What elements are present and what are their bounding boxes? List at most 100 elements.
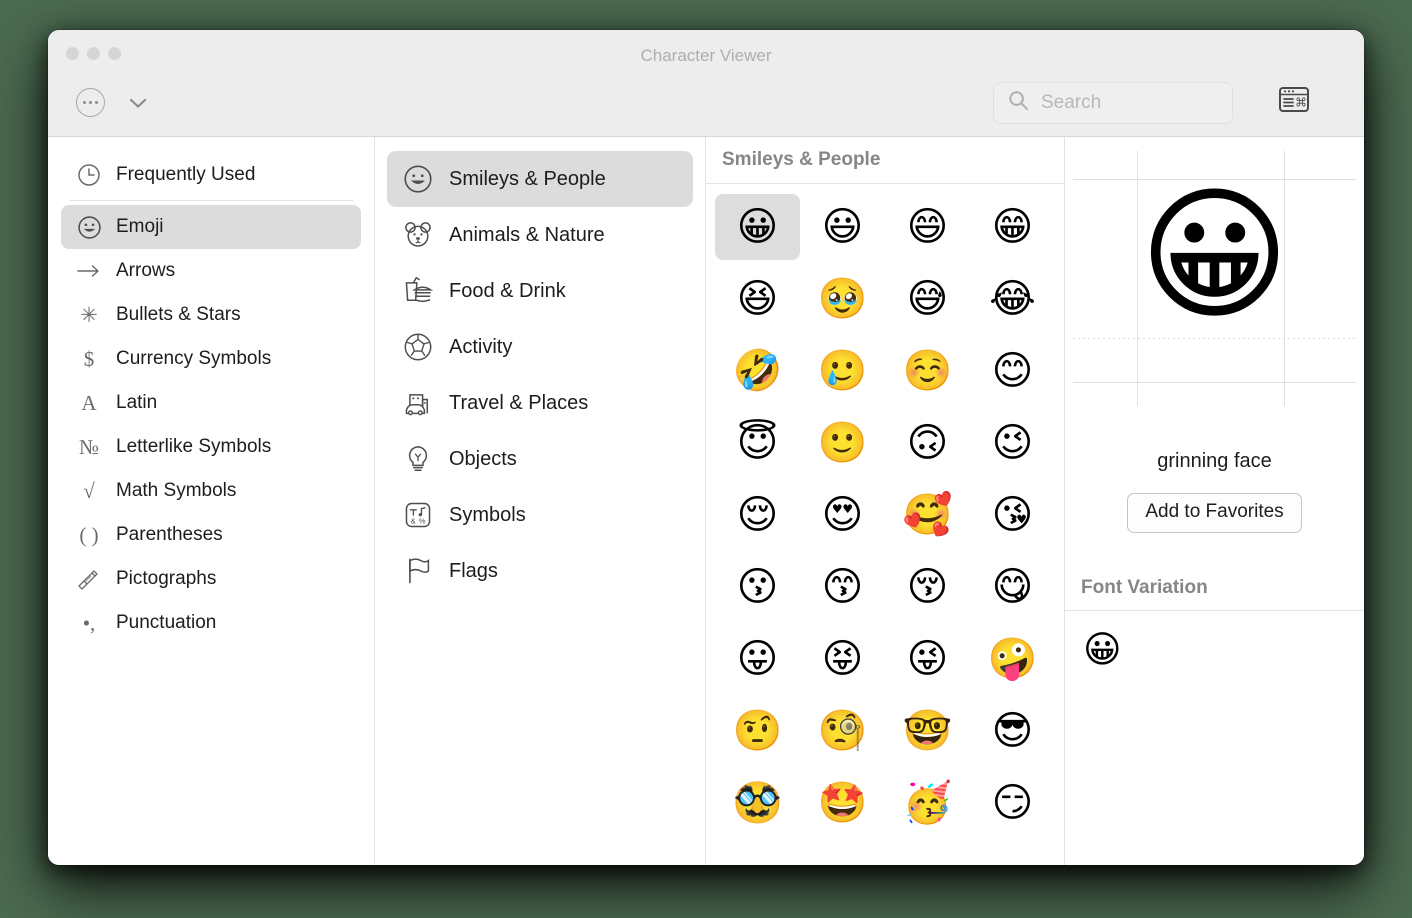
starburst-icon: ✳: [80, 302, 98, 327]
emoji-cell[interactable]: 😛: [715, 626, 800, 692]
category-item-symbols[interactable]: & % Symbols: [387, 487, 693, 543]
emoji-cell[interactable]: 🤪: [970, 626, 1055, 692]
search-icon: [1008, 90, 1029, 116]
emoji-cell[interactable]: 😂: [970, 266, 1055, 332]
category-item-travel-places[interactable]: Travel & Places: [387, 375, 693, 431]
sidebar-item-label: Parentheses: [116, 524, 223, 545]
sidebar-item-label: Bullets & Stars: [116, 304, 241, 325]
sidebar-item-pictographs[interactable]: Pictographs: [61, 557, 361, 601]
writing-hand-icon: [75, 565, 103, 593]
sidebar-item-emoji[interactable]: Emoji: [61, 205, 361, 249]
sidebar-item-bullets-stars[interactable]: ✳ Bullets & Stars: [61, 293, 361, 337]
character-preview: 😀: [1065, 137, 1364, 418]
sidebar-item-label: Frequently Used: [116, 164, 256, 185]
emoji-cell[interactable]: 😗: [715, 554, 800, 620]
emoji-cell[interactable]: 🧐: [800, 698, 885, 764]
font-variation-list: 😀: [1065, 611, 1364, 668]
category-list: Smileys & People Animals & Nature Food &…: [375, 137, 706, 865]
sidebar-item-label: Arrows: [116, 260, 176, 281]
category-item-label: Flags: [449, 559, 498, 582]
emoji-cell[interactable]: 😋: [970, 554, 1055, 620]
search-field[interactable]: Search: [993, 82, 1233, 124]
emoji-cell[interactable]: 😃: [800, 194, 885, 260]
emoji-cell[interactable]: 🙂: [800, 410, 885, 476]
emoji-cell[interactable]: 😇: [715, 410, 800, 476]
emoji-cell[interactable]: 😊: [970, 338, 1055, 404]
emoji-cell[interactable]: 😙: [800, 554, 885, 620]
detail-panel: 😀 grinning face Add to Favorites Font Va…: [1065, 137, 1364, 865]
category-item-objects[interactable]: Objects: [387, 431, 693, 487]
emoji-cell[interactable]: 🥸: [715, 770, 800, 836]
arrow-right-icon: [75, 257, 103, 285]
search-input[interactable]: Search: [1041, 92, 1101, 114]
sidebar-item-latin[interactable]: A Latin: [61, 381, 361, 425]
sidebar-item-parentheses[interactable]: ( ) Parentheses: [61, 513, 361, 557]
emoji-cell[interactable]: 🤨: [715, 698, 800, 764]
emoji-cell[interactable]: 😅: [885, 266, 970, 332]
emoji-cell[interactable]: 😀: [715, 194, 800, 260]
emoji-cell[interactable]: 😉: [970, 410, 1055, 476]
emoji-cell[interactable]: 😄: [885, 194, 970, 260]
add-to-favorites-button[interactable]: Add to Favorites: [1127, 493, 1302, 533]
emoji-grid: 😀 😃 😄 😁 😆 🥹 😅 😂 🤣 🥲 ☺️ 😊 😇 🙂 🙃 😉 😌 😍 🥰 😘…: [715, 194, 1055, 836]
emoji-grid-scroll[interactable]: 😀 😃 😄 😁 😆 🥹 😅 😂 🤣 🥲 ☺️ 😊 😇 🙂 🙃 😉 😌 😍 🥰 😘…: [706, 184, 1064, 865]
square-root-icon: √: [83, 478, 95, 503]
category-item-food-drink[interactable]: Food & Drink: [387, 263, 693, 319]
sidebar-item-frequently-used[interactable]: Frequently Used: [61, 153, 361, 197]
window-title: Character Viewer: [640, 46, 772, 65]
preview-grid-line: [1073, 382, 1356, 383]
keyboard-viewer-icon[interactable]: ⌘: [1279, 87, 1309, 112]
category-item-label: Smileys & People: [449, 167, 606, 190]
emoji-grid-column: Smileys & People 😀 😃 😄 😁 😆 🥹 😅 😂 🤣 🥲 ☺️ …: [706, 137, 1065, 865]
emoji-cell[interactable]: 😁: [970, 194, 1055, 260]
category-item-activity[interactable]: Activity: [387, 319, 693, 375]
sidebar-item-label: Letterlike Symbols: [116, 436, 272, 457]
emoji-cell[interactable]: 😚: [885, 554, 970, 620]
sidebar-item-label: Latin: [116, 392, 158, 413]
favorites-button-wrap: Add to Favorites: [1065, 493, 1364, 533]
sidebar-item-punctuation[interactable]: •, Punctuation: [61, 601, 361, 645]
character-name: grinning face: [1157, 450, 1272, 472]
emoji-cell[interactable]: 🥰: [885, 482, 970, 548]
category-item-flags[interactable]: Flags: [387, 543, 693, 599]
emoji-cell[interactable]: 😝: [800, 626, 885, 692]
category-item-label: Symbols: [449, 503, 526, 526]
parentheses-icon: ( ): [79, 522, 99, 547]
letter-a-icon: A: [81, 390, 97, 415]
flag-icon: [403, 556, 433, 586]
sidebar-item-letterlike-symbols[interactable]: № Letterlike Symbols: [61, 425, 361, 469]
emoji-cell[interactable]: 🤓: [885, 698, 970, 764]
symbols-box-icon: & %: [403, 500, 433, 530]
emoji-cell[interactable]: 😘: [970, 482, 1055, 548]
font-variation-item[interactable]: 😀: [1083, 631, 1122, 668]
sidebar-item-currency-symbols[interactable]: $ Currency Symbols: [61, 337, 361, 381]
emoji-cell[interactable]: 😆: [715, 266, 800, 332]
content-area: Frequently Used Emoji Arrows ✳ Bullets &…: [48, 137, 1364, 865]
emoji-cell[interactable]: ☺️: [885, 338, 970, 404]
emoji-cell[interactable]: 🤣: [715, 338, 800, 404]
smiley-outline-icon: [403, 164, 433, 194]
emoji-cell[interactable]: 🥹: [800, 266, 885, 332]
emoji-cell[interactable]: 😍: [800, 482, 885, 548]
category-item-smileys-people[interactable]: Smileys & People: [387, 151, 693, 207]
sidebar-item-arrows[interactable]: Arrows: [61, 249, 361, 293]
emoji-cell[interactable]: 🤩: [800, 770, 885, 836]
lightbulb-icon: [403, 444, 433, 474]
emoji-cell[interactable]: 😌: [715, 482, 800, 548]
preview-glyph: 😀: [1138, 171, 1291, 340]
emoji-cell[interactable]: 🥲: [800, 338, 885, 404]
emoji-cell[interactable]: 🥳: [885, 770, 970, 836]
emoji-cell[interactable]: 😎: [970, 698, 1055, 764]
emoji-cell[interactable]: 😏: [970, 770, 1055, 836]
emoji-cell[interactable]: 😜: [885, 626, 970, 692]
sidebar-item-math-symbols[interactable]: √ Math Symbols: [61, 469, 361, 513]
category-item-animals-nature[interactable]: Animals & Nature: [387, 207, 693, 263]
titlebar: Character Viewer Search ⌘: [48, 30, 1364, 137]
sidebar-item-label: Pictographs: [116, 568, 217, 589]
burger-drink-icon: [403, 276, 433, 306]
ellipsis-circle-icon[interactable]: [76, 88, 105, 117]
svg-text:%: %: [419, 517, 426, 526]
chevron-down-icon[interactable]: [124, 88, 152, 117]
emoji-cell[interactable]: 🙃: [885, 410, 970, 476]
bear-face-icon: [403, 220, 433, 250]
